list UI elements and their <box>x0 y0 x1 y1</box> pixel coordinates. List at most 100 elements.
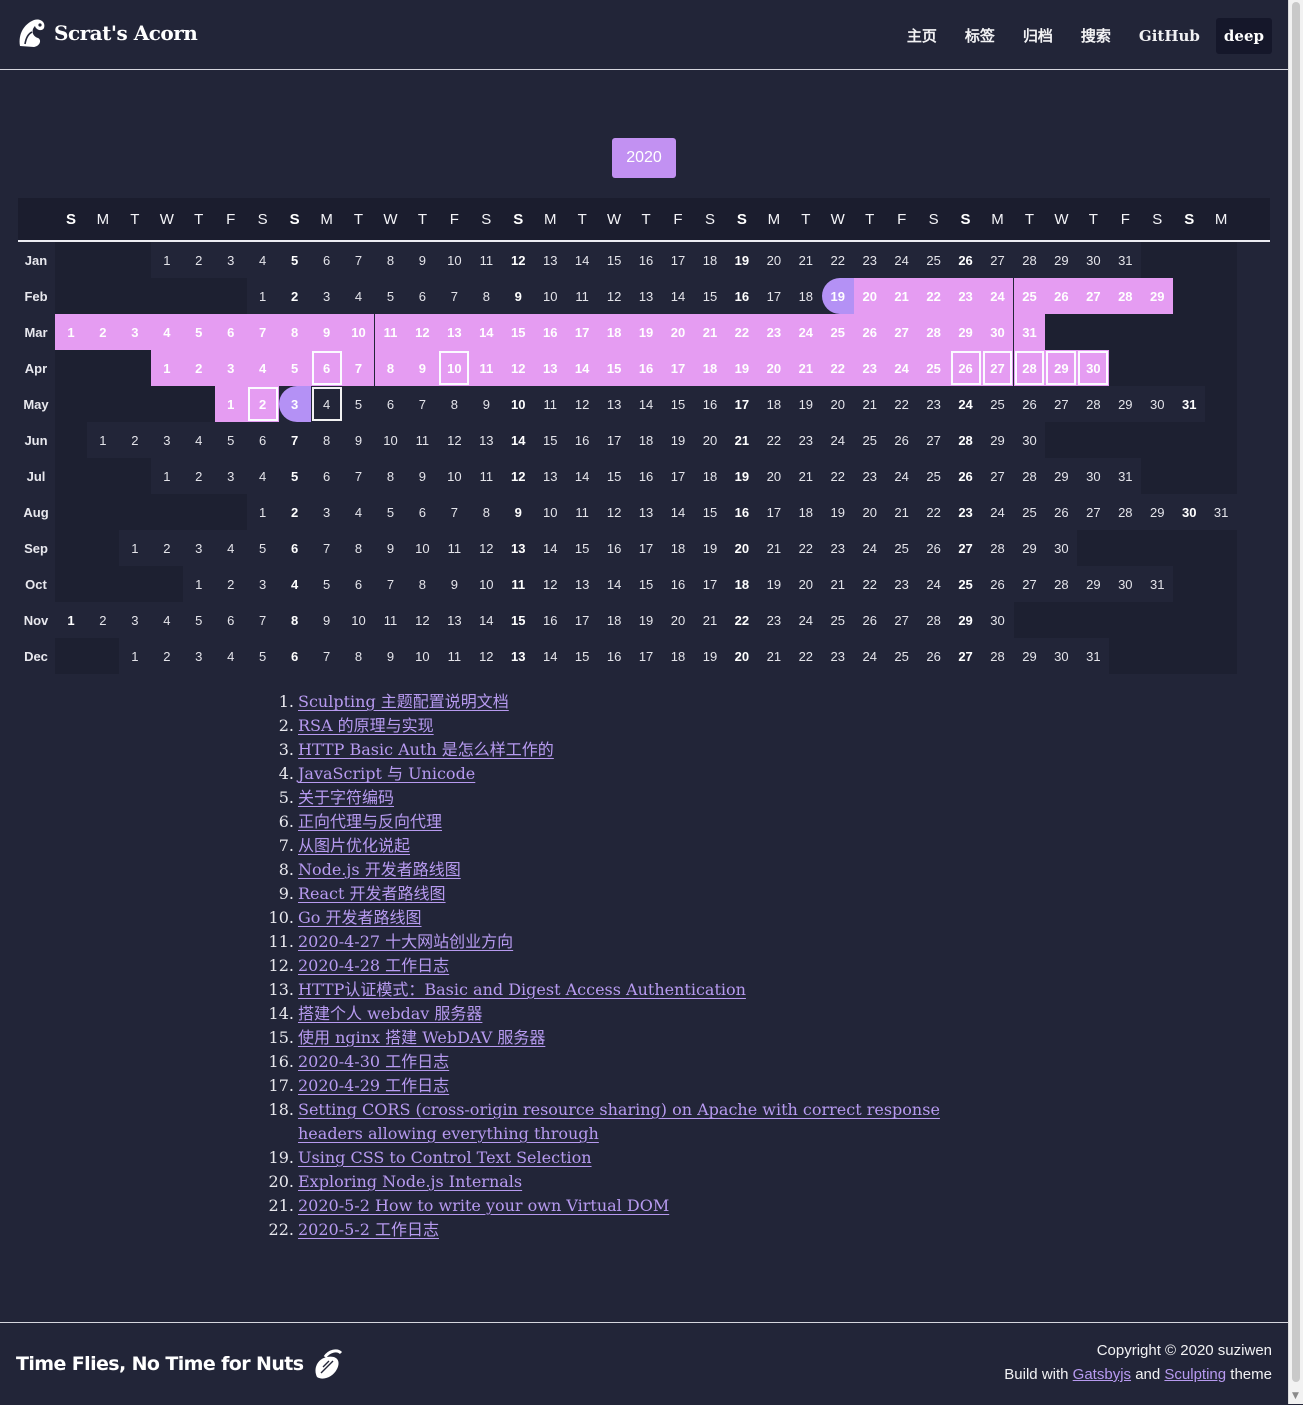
day-cell[interactable]: 23 <box>949 278 982 314</box>
post-link[interactable]: Using CSS to Control Text Selection <box>298 1148 592 1167</box>
post-link[interactable]: JavaScript 与 Unicode <box>298 764 475 783</box>
day-cell[interactable]: 7 <box>246 314 279 350</box>
day-cell[interactable]: 17 <box>566 314 599 350</box>
scrollbar-thumb[interactable] <box>1292 2 1300 1382</box>
post-link[interactable]: Sculpting 主题配置说明文档 <box>298 692 509 711</box>
day-cell[interactable]: 12 <box>406 314 439 350</box>
day-cell[interactable]: 19 <box>821 278 854 314</box>
day-cell[interactable]: 28 <box>1109 278 1142 314</box>
day-cell[interactable]: 25 <box>917 350 950 386</box>
day-cell[interactable]: 24 <box>789 314 822 350</box>
day-cell[interactable]: 3 <box>278 386 311 422</box>
day-cell[interactable]: 4 <box>246 350 279 386</box>
day-cell[interactable]: 8 <box>278 314 311 350</box>
day-cell[interactable]: 2 <box>86 314 119 350</box>
day-cell[interactable]: 27 <box>885 314 918 350</box>
post-link[interactable]: Go 开发者路线图 <box>298 908 422 927</box>
nav-search[interactable]: 搜索 <box>1067 17 1125 54</box>
post-link[interactable]: 2020-4-27 十大网站创业方向 <box>298 932 513 951</box>
day-cell[interactable]: 19 <box>725 350 758 386</box>
nav-tags[interactable]: 标签 <box>951 17 1009 54</box>
day-cell[interactable]: 1 <box>150 350 183 386</box>
day-cell[interactable]: 22 <box>725 314 758 350</box>
day-cell[interactable]: 20 <box>662 314 694 350</box>
day-cell[interactable]: 29 <box>949 314 982 350</box>
day-cell[interactable]: 14 <box>566 350 599 386</box>
post-link[interactable]: Node.js 开发者路线图 <box>298 860 461 879</box>
day-cell[interactable]: 28 <box>917 314 950 350</box>
day-cell[interactable]: 5 <box>182 314 215 350</box>
day-cell[interactable]: 1 <box>214 386 247 422</box>
day-cell[interactable]: 26 <box>949 350 982 386</box>
day-cell[interactable]: 14 <box>470 314 503 350</box>
day-cell[interactable]: 22 <box>821 350 854 386</box>
day-cell[interactable]: 18 <box>694 350 726 386</box>
day-cell[interactable]: 6 <box>214 314 247 350</box>
day-cell[interactable]: 28 <box>1013 350 1046 386</box>
post-link[interactable]: 搭建个人 webdav 服务器 <box>298 1004 482 1023</box>
nav-github[interactable]: GitHub <box>1125 19 1214 53</box>
day-cell[interactable]: 19 <box>630 314 663 350</box>
day-cell[interactable]: 2 <box>182 350 215 386</box>
post-link[interactable]: RSA 的原理与实现 <box>298 716 434 735</box>
day-cell[interactable]: 25 <box>821 314 854 350</box>
day-cell[interactable]: 10 <box>342 314 375 350</box>
nav-archive[interactable]: 归档 <box>1009 17 1067 54</box>
day-cell[interactable]: 11 <box>470 350 503 386</box>
year-button[interactable]: 2020 <box>612 138 676 178</box>
day-cell[interactable]: 16 <box>534 314 567 350</box>
day-cell[interactable]: 20 <box>853 278 886 314</box>
day-cell[interactable]: 26 <box>853 314 886 350</box>
post-link[interactable]: Exploring Node.js Internals <box>298 1172 522 1191</box>
post-link[interactable]: 使用 nginx 搭建 WebDAV 服务器 <box>298 1028 545 1047</box>
day-cell[interactable]: 1 <box>55 314 87 350</box>
day-cell[interactable]: 31 <box>1013 314 1046 350</box>
post-link[interactable]: 2020-4-29 工作日志 <box>298 1076 449 1095</box>
day-cell[interactable]: 3 <box>118 314 151 350</box>
post-link[interactable]: 2020-5-2 How to write your own Virtual D… <box>298 1196 669 1215</box>
day-cell[interactable]: 13 <box>534 350 567 386</box>
day-cell[interactable]: 3 <box>214 350 247 386</box>
day-cell[interactable]: 10 <box>438 350 471 386</box>
day-cell[interactable]: 18 <box>598 314 631 350</box>
day-cell[interactable]: 15 <box>502 314 535 350</box>
post-link[interactable]: 2020-4-30 工作日志 <box>298 1052 449 1071</box>
post-link[interactable]: HTTP Basic Auth 是怎么样工作的 <box>298 740 554 759</box>
day-cell[interactable]: 27 <box>981 350 1014 386</box>
day-cell[interactable]: 26 <box>1045 278 1078 314</box>
day-cell[interactable]: 15 <box>598 350 631 386</box>
sculpting-link[interactable]: Sculpting <box>1164 1366 1226 1383</box>
day-cell[interactable]: 17 <box>662 350 694 386</box>
day-cell[interactable]: 22 <box>917 278 950 314</box>
day-cell[interactable]: 5 <box>278 350 311 386</box>
nav-home[interactable]: 主页 <box>893 17 951 54</box>
post-link[interactable]: HTTP认证模式：Basic and Digest Access Authent… <box>298 980 746 999</box>
day-cell[interactable]: 21 <box>789 350 822 386</box>
post-link[interactable]: 关于字符编码 <box>298 788 394 807</box>
day-cell[interactable]: 24 <box>981 278 1014 314</box>
day-cell[interactable]: 4 <box>311 386 343 422</box>
day-cell[interactable]: 13 <box>438 314 471 350</box>
day-cell[interactable]: 25 <box>1013 278 1046 314</box>
day-cell[interactable]: 16 <box>630 350 663 386</box>
day-cell[interactable]: 8 <box>374 350 407 386</box>
day-cell[interactable]: 2 <box>246 386 279 422</box>
post-link[interactable]: 2020-4-28 工作日志 <box>298 956 449 975</box>
post-link[interactable]: 从图片优化说起 <box>298 836 410 855</box>
day-cell[interactable]: 21 <box>694 314 726 350</box>
day-cell[interactable]: 23 <box>853 350 886 386</box>
day-cell[interactable]: 9 <box>406 350 439 386</box>
day-cell[interactable]: 27 <box>1077 278 1110 314</box>
day-cell[interactable]: 30 <box>981 314 1014 350</box>
day-cell[interactable]: 24 <box>885 350 918 386</box>
day-cell[interactable]: 12 <box>502 350 535 386</box>
day-cell[interactable]: 20 <box>757 350 790 386</box>
day-cell[interactable]: 7 <box>342 350 375 386</box>
theme-toggle-button[interactable]: deep <box>1215 17 1272 54</box>
day-cell[interactable]: 30 <box>1077 350 1110 386</box>
post-link[interactable]: 正向代理与反向代理 <box>298 812 442 831</box>
day-cell[interactable]: 9 <box>310 314 343 350</box>
page-scrollbar[interactable]: ▼ <box>1288 0 1303 1404</box>
post-link[interactable]: React 开发者路线图 <box>298 884 446 903</box>
site-logo[interactable]: Scrat's Acorn <box>16 15 198 51</box>
